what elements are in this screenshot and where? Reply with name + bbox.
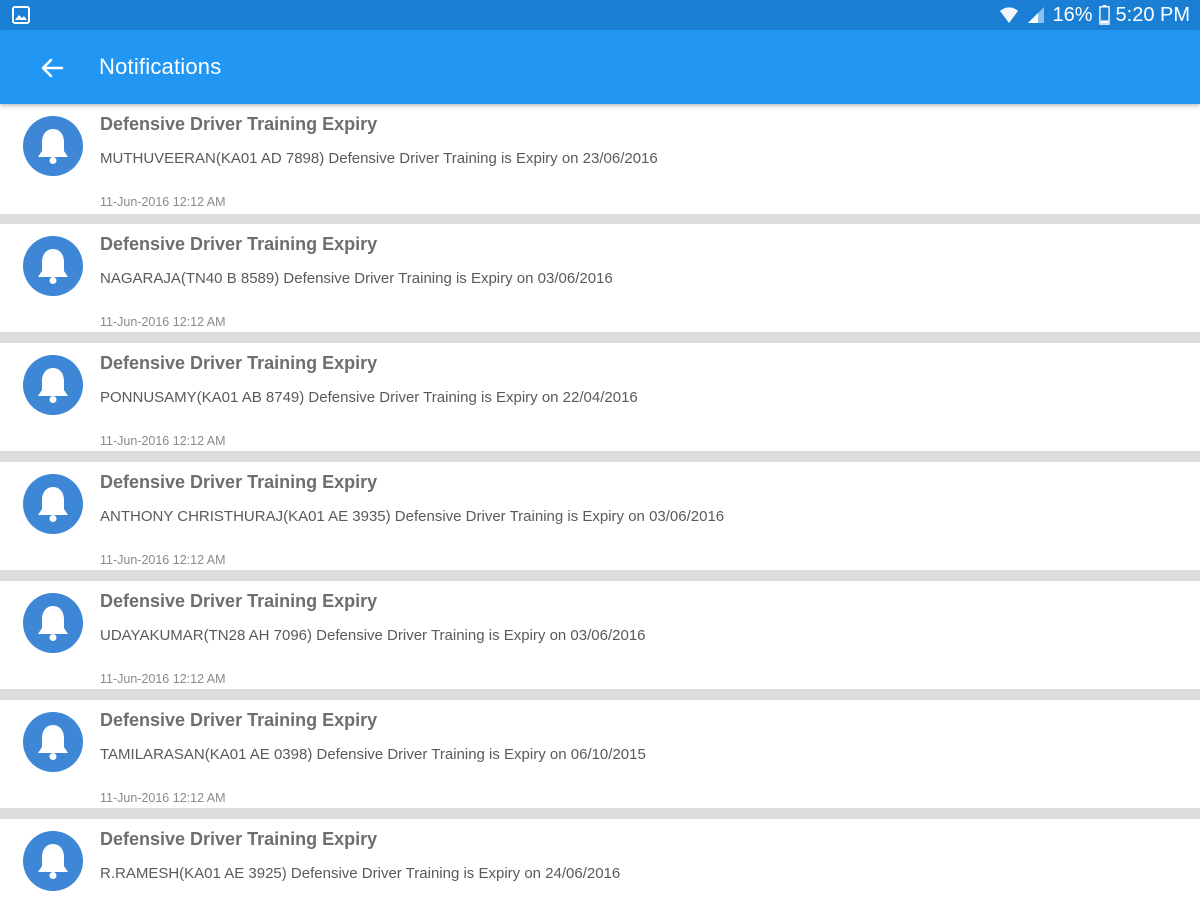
notification-avatar: [23, 831, 83, 891]
gallery-icon: [12, 6, 30, 24]
notification-list[interactable]: Defensive Driver Training Expiry MUTHUVE…: [0, 104, 1200, 900]
notification-avatar: [23, 712, 83, 772]
notification-item[interactable]: Defensive Driver Training Expiry MUTHUVE…: [0, 104, 1200, 214]
notification-title: Defensive Driver Training Expiry: [100, 591, 378, 611]
bell-icon: [38, 725, 68, 760]
notification-title: Defensive Driver Training Expiry: [100, 234, 378, 254]
bell-icon: [38, 844, 68, 879]
notification-item[interactable]: Defensive Driver Training Expiry ANTHONY…: [0, 462, 1200, 570]
arrow-left-icon: [41, 58, 64, 78]
notification-item[interactable]: Defensive Driver Training Expiry R.RAMES…: [0, 819, 1200, 900]
notification-time: 11-Jun-2016 12:12 AM: [100, 195, 226, 209]
wifi-icon: [1000, 7, 1019, 24]
bell-icon: [38, 249, 68, 284]
battery-icon: [1098, 5, 1110, 25]
notification-item[interactable]: Defensive Driver Training Expiry UDAYAKU…: [0, 581, 1200, 689]
notification-body: PONNUSAMY(KA01 AB 8749) Defensive Driver…: [100, 389, 638, 406]
notification-item[interactable]: Defensive Driver Training Expiry PONNUSA…: [0, 343, 1200, 451]
notification-item[interactable]: Defensive Driver Training Expiry TAMILAR…: [0, 700, 1200, 808]
notification-time: 11-Jun-2016 12:12 AM: [100, 791, 226, 805]
signal-icon: [1028, 7, 1045, 23]
notification-avatar: [23, 474, 83, 534]
bell-icon: [38, 606, 68, 641]
notification-time: 11-Jun-2016 12:12 AM: [100, 553, 226, 567]
notification-title: Defensive Driver Training Expiry: [100, 710, 378, 730]
clock: 5:20 PM: [1115, 3, 1190, 26]
page-title: Notifications: [99, 54, 222, 79]
notification-body: ANTHONY CHRISTHURAJ(KA01 AE 3935) Defens…: [100, 508, 725, 525]
notification-title: Defensive Driver Training Expiry: [100, 829, 378, 849]
notification-title: Defensive Driver Training Expiry: [100, 114, 378, 134]
notification-title: Defensive Driver Training Expiry: [100, 472, 378, 492]
app-bar: Notifications: [0, 30, 1200, 104]
bell-icon: [38, 368, 68, 403]
notification-item[interactable]: Defensive Driver Training Expiry NAGARAJ…: [0, 224, 1200, 332]
notification-body: MUTHUVEERAN(KA01 AD 7898) Defensive Driv…: [100, 150, 658, 167]
notification-time: 11-Jun-2016 12:12 AM: [100, 315, 226, 329]
notification-time: 11-Jun-2016 12:12 AM: [100, 672, 226, 686]
bell-icon: [38, 129, 68, 164]
status-bar: 16% 5:20 PM: [0, 0, 1200, 30]
notification-avatar: [23, 236, 83, 296]
notification-body: UDAYAKUMAR(TN28 AH 7096) Defensive Drive…: [100, 627, 646, 644]
notification-body: TAMILARASAN(KA01 AE 0398) Defensive Driv…: [100, 746, 646, 763]
bell-icon: [38, 487, 68, 522]
notification-title: Defensive Driver Training Expiry: [100, 353, 378, 373]
notification-body: R.RAMESH(KA01 AE 3925) Defensive Driver …: [100, 865, 621, 882]
notification-avatar: [23, 116, 83, 176]
status-indicators: 16% 5:20 PM: [998, 0, 1190, 30]
notification-avatar: [23, 355, 83, 415]
notification-time: 11-Jun-2016 12:12 AM: [100, 434, 226, 448]
notification-body: NAGARAJA(TN40 B 8589) Defensive Driver T…: [100, 270, 613, 287]
battery-percent: 16%: [1052, 3, 1093, 26]
back-button[interactable]: [36, 52, 68, 84]
notification-avatar: [23, 593, 83, 653]
